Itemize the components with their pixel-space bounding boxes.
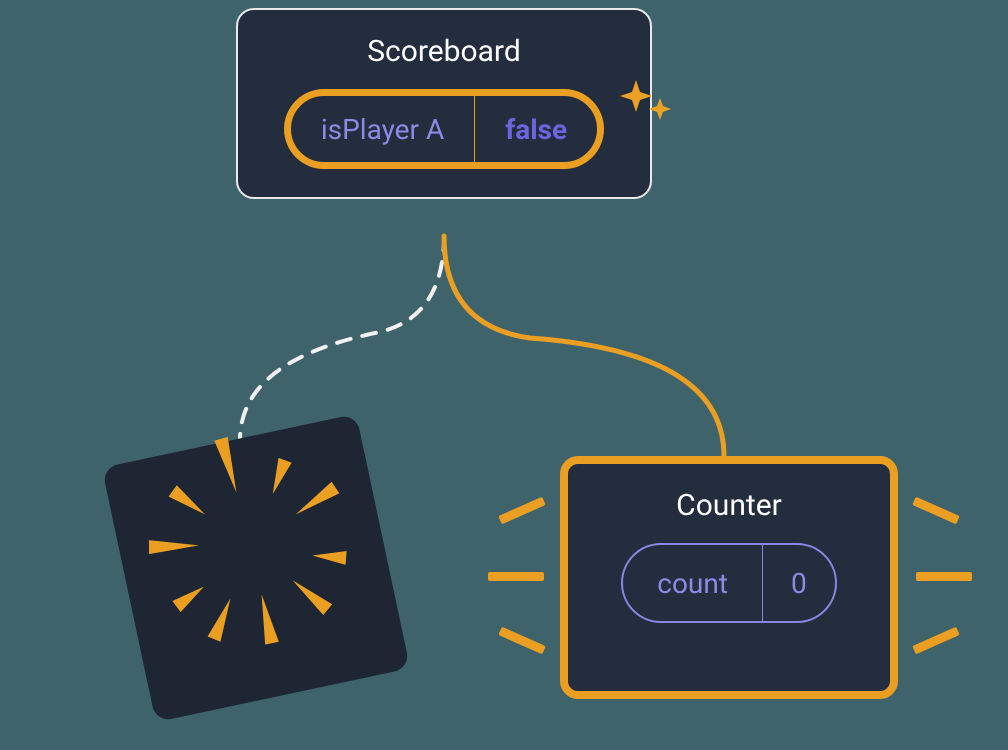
scoreboard-state-value: false	[475, 96, 597, 162]
scoreboard-title: Scoreboard	[367, 34, 521, 69]
counter-title: Counter	[676, 488, 782, 523]
counter-node: Counter count 0	[560, 456, 898, 699]
counter-state-key: count	[623, 545, 762, 621]
scoreboard-node: Scoreboard isPlayer A false	[236, 8, 652, 199]
burst-icon	[137, 449, 374, 686]
counter-state-pill: count 0	[621, 543, 836, 623]
scoreboard-state-key: isPlayer A	[291, 96, 474, 162]
destroyed-node	[102, 414, 410, 722]
scoreboard-state-pill: isPlayer A false	[284, 89, 604, 169]
counter-state-value: 0	[763, 545, 835, 621]
sparkle-icon	[618, 74, 674, 134]
